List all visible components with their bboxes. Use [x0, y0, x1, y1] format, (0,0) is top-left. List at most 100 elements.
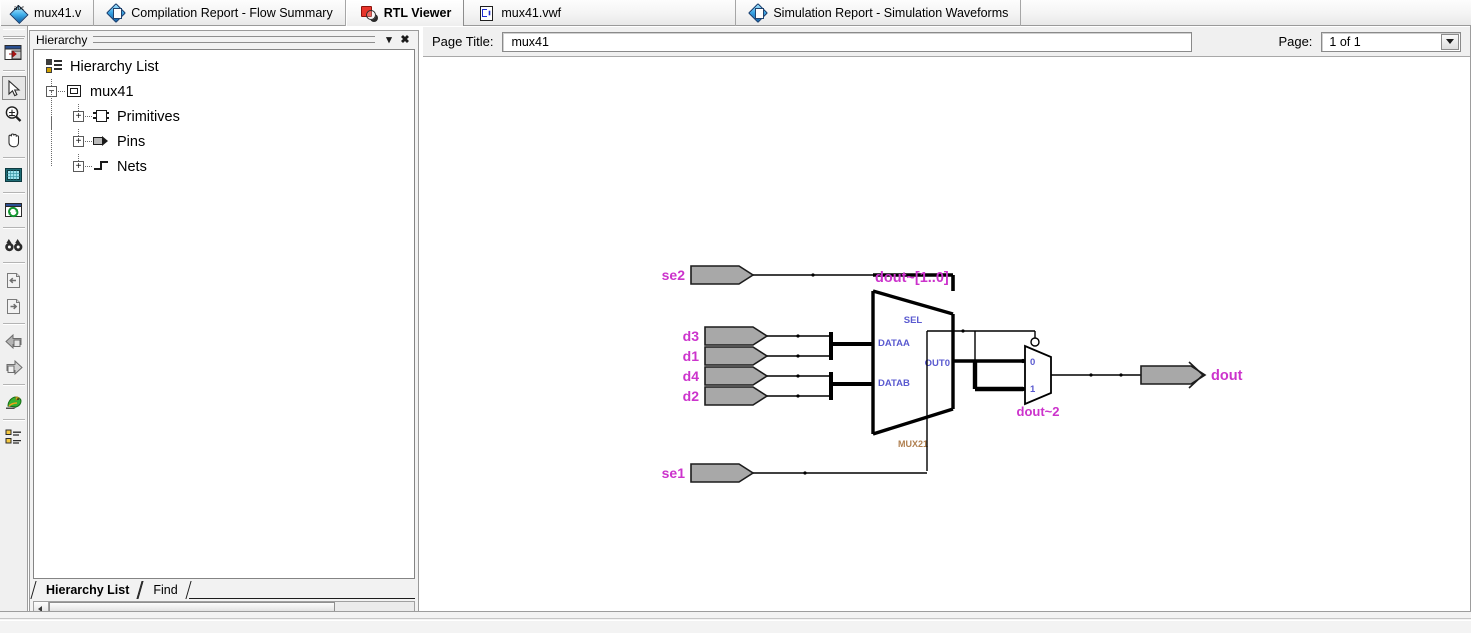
- tab-compilation-report[interactable]: Compilation Report - Flow Summary: [94, 0, 346, 26]
- page-previous-button[interactable]: [2, 268, 26, 292]
- editor-tab-bar: mux41.v Compilation Report - Flow Summar…: [0, 0, 1471, 26]
- report-diamond-icon: [750, 5, 766, 21]
- wire-junction-dot: [961, 329, 965, 333]
- pins-icon: [93, 134, 110, 149]
- pin-label-d2: d2: [683, 388, 700, 404]
- refresh-button[interactable]: [2, 198, 26, 222]
- find-button[interactable]: [2, 233, 26, 257]
- port-label-datab: DATAB: [878, 378, 910, 389]
- rtl-viewer-toolbar: [0, 26, 28, 611]
- tree-node-label: Nets: [117, 158, 147, 175]
- nets-icon: [93, 159, 110, 174]
- wire-junction-dot: [803, 471, 807, 475]
- wire-junction-dot: [1119, 373, 1123, 377]
- wire-junction-dot: [1089, 373, 1093, 377]
- tree-node-mux41[interactable]: − mux41: [34, 79, 414, 104]
- mux21-edge-top: [872, 289, 954, 316]
- close-icon[interactable]: ✖: [397, 33, 413, 47]
- tree-line: [78, 129, 79, 136]
- port-label-1: 1: [1030, 384, 1036, 395]
- tree-line: [78, 104, 79, 111]
- input-pin-se2[interactable]: se2: [662, 265, 755, 285]
- page-next-button[interactable]: [2, 294, 26, 318]
- tree-node-label: Hierarchy List: [70, 58, 159, 75]
- panel-menu-icon[interactable]: ▾: [381, 33, 397, 47]
- tree-node-nets[interactable]: + Nets: [34, 141, 414, 179]
- tab-label: RTL Viewer: [383, 6, 452, 20]
- page-title-input[interactable]: mux41: [502, 31, 1193, 52]
- mux21-edge-bottom: [872, 407, 954, 436]
- rtl-viewer-pane: Page Title: mux41 Page: 1 of 1 se2 dout~…: [423, 27, 1471, 612]
- back-button[interactable]: [2, 329, 26, 353]
- tree-line: [85, 166, 92, 167]
- wire-junction-dot: [796, 334, 800, 338]
- hierarchy-list-button[interactable]: [2, 425, 26, 449]
- expander-plus[interactable]: +: [73, 161, 84, 172]
- inverted-select-bubble-icon: [1030, 337, 1040, 347]
- bird-view-button[interactable]: [2, 390, 26, 414]
- titlebar-rule: [93, 36, 375, 43]
- input-pin-d4[interactable]: d4: [683, 366, 769, 386]
- input-pin-d2[interactable]: d2: [683, 386, 769, 406]
- verilog-file-icon: [11, 4, 27, 21]
- hierarchy-panel-titlebar[interactable]: Hierarchy ▾ ✖: [30, 31, 418, 48]
- input-pin-d1[interactable]: d1: [683, 346, 769, 366]
- tab-label: mux41.v: [34, 6, 82, 20]
- hierarchy-bottom-tabs: Hierarchy List Find: [33, 580, 415, 599]
- block-type-mux21: MUX21: [898, 439, 928, 449]
- window-bottom-bar: [0, 611, 1471, 633]
- hierarchy-panel-title: Hierarchy: [36, 32, 88, 47]
- input-pin-se1[interactable]: se1: [662, 463, 755, 483]
- select-arrow-tool[interactable]: [1, 76, 26, 100]
- expander-plus[interactable]: +: [73, 136, 84, 147]
- rtl-viewer-icon: [360, 5, 377, 21]
- wire-junction-dot: [796, 354, 800, 358]
- tree-line: [85, 116, 92, 117]
- tree-node-label: mux41: [90, 83, 134, 100]
- fit-in-window-button[interactable]: [2, 163, 26, 187]
- page-label: Page:: [1278, 34, 1313, 49]
- zoom-tool[interactable]: [2, 102, 26, 126]
- wire-junction-dot: [811, 273, 815, 277]
- tree-line: [51, 141, 52, 166]
- toolbar-separator: [2, 157, 25, 158]
- tree-node-pins[interactable]: + Pins: [34, 116, 414, 154]
- tab-label: mux41.vwf: [501, 6, 562, 20]
- net-label-dout-bus[interactable]: dout~[1..0]: [875, 270, 949, 286]
- tab-mux41-v[interactable]: mux41.v: [0, 0, 95, 26]
- report-diamond-icon: [108, 5, 124, 21]
- tree-line: [78, 154, 79, 161]
- tab-find[interactable]: Find: [140, 581, 188, 599]
- toolbar-grip[interactable]: [2, 29, 25, 37]
- input-pin-d3[interactable]: d3: [683, 326, 769, 346]
- toolbar-separator: [2, 384, 25, 385]
- tree-node-primitives[interactable]: + Primitives: [34, 91, 414, 129]
- wire-junction-dot: [796, 374, 800, 378]
- tree-node-label: Pins: [117, 133, 146, 150]
- forward-button[interactable]: [2, 355, 26, 379]
- toolbar-separator: [2, 70, 25, 71]
- chevron-down-icon[interactable]: [1441, 33, 1460, 50]
- net-label-dout2[interactable]: dout~2: [1017, 404, 1060, 419]
- toolbar-separator: [2, 262, 25, 263]
- tree-node-hierarchy-list[interactable]: Hierarchy List: [34, 54, 414, 79]
- output-pin-dout[interactable]: dout: [1140, 361, 1243, 389]
- hand-pan-tool[interactable]: [2, 128, 26, 152]
- dock-window-button[interactable]: [2, 41, 26, 65]
- expander-plus[interactable]: +: [73, 111, 84, 122]
- hierarchy-tree[interactable]: Hierarchy List − mux41 + Primitives + Pi…: [33, 49, 415, 579]
- toolbar-separator: [2, 192, 25, 193]
- pin-label-d4: d4: [683, 368, 700, 384]
- tab-mux41-vwf[interactable]: mux41.vwf: [464, 0, 737, 26]
- tab-hierarchy-list[interactable]: Hierarchy List: [33, 581, 140, 599]
- tab-rtl-viewer[interactable]: RTL Viewer: [345, 0, 465, 26]
- tab-simulation-report[interactable]: Simulation Report - Simulation Waveforms: [736, 0, 1022, 26]
- pin-label-d3: d3: [683, 328, 700, 344]
- port-label-out0: OUT0: [925, 358, 950, 369]
- page-title-bar: Page Title: mux41 Page: 1 of 1: [423, 27, 1471, 57]
- bottom-divider: [0, 618, 1471, 619]
- mux-dout2[interactable]: 0 1 dout~2: [1017, 337, 1060, 419]
- rtl-schematic: se2 dout~[1..0] SEL DATAA DATAB OUT0 MUX…: [662, 265, 1243, 483]
- schematic-canvas[interactable]: se2 dout~[1..0] SEL DATAA DATAB OUT0 MUX…: [423, 58, 1471, 612]
- page-select[interactable]: 1 of 1: [1321, 31, 1462, 52]
